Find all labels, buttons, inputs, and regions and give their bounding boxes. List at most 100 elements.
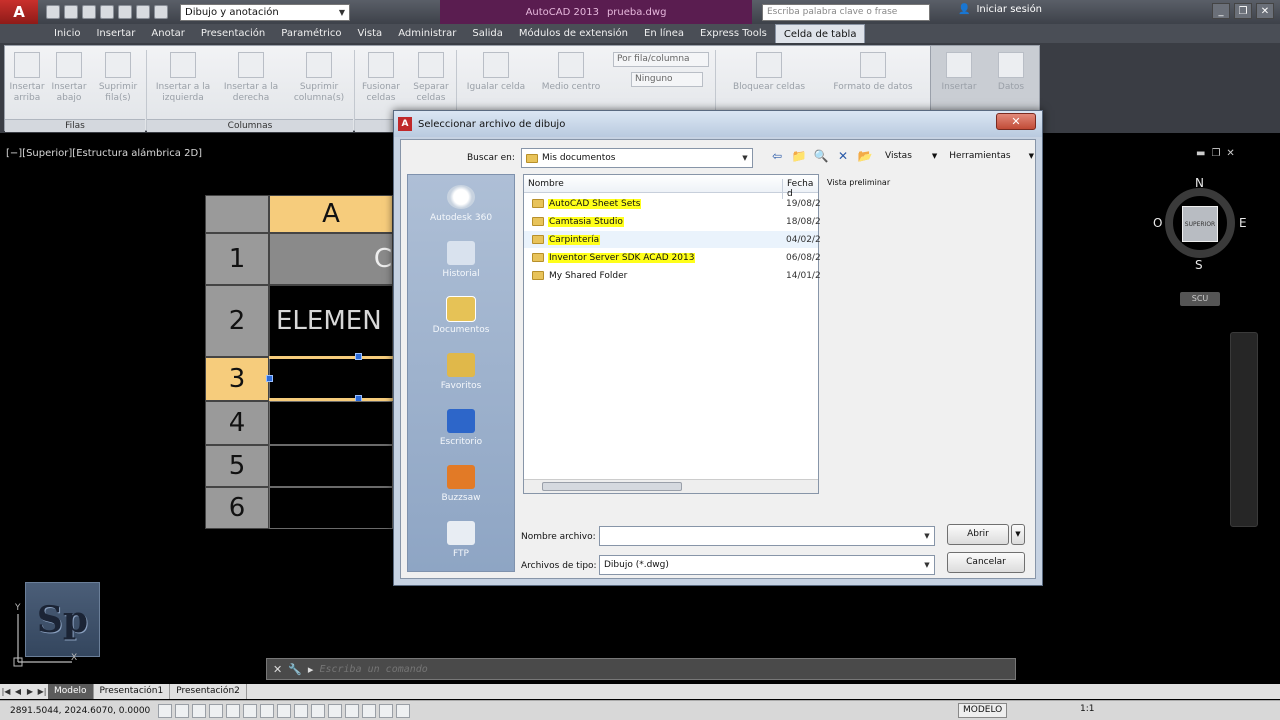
open-button[interactable]: Abrir	[947, 524, 1009, 545]
print-icon[interactable]	[118, 5, 132, 19]
cell-a3-selected[interactable]	[269, 357, 393, 401]
up-folder-icon[interactable]: 📁	[791, 148, 807, 164]
undo-icon[interactable]	[136, 5, 150, 19]
search-icon[interactable]: 🔍	[813, 148, 829, 164]
tab-6[interactable]: Administrar	[390, 24, 464, 43]
viewcube[interactable]: SUPERIOR N S E O	[1153, 176, 1247, 273]
tab-4[interactable]: Paramétrico	[273, 24, 349, 43]
cell-a6[interactable]	[269, 487, 393, 529]
command-input[interactable]	[319, 663, 920, 675]
data-button[interactable]: Datos	[991, 52, 1031, 93]
tab-11[interactable]: Celda de tabla	[774, 24, 866, 43]
unmerge-cells-button[interactable]: Separar celdas	[409, 52, 453, 104]
3d-osnap-icon[interactable]	[260, 703, 274, 718]
application-menu-button[interactable]: A	[0, 0, 38, 24]
tab-1[interactable]: Insertar	[88, 24, 143, 43]
insert-above-button[interactable]: Insertar arriba	[9, 52, 45, 104]
tab-layout2[interactable]: Presentación2	[170, 684, 247, 699]
cell-a5[interactable]	[269, 445, 393, 487]
cancel-button[interactable]: Cancelar	[947, 552, 1025, 573]
tab-8[interactable]: Módulos de extensión	[511, 24, 636, 43]
chevron-down-icon[interactable]: ▼	[1029, 152, 1034, 160]
customize-icon[interactable]: 🔧	[288, 663, 302, 676]
last-tab-icon[interactable]: ▶|	[36, 687, 48, 696]
workspace-select[interactable]: Dibujo y anotación ▼	[180, 3, 350, 21]
alignment-button[interactable]: Medio centro	[535, 52, 607, 93]
dialog-title-bar[interactable]: A Seleccionar archivo de dibujo ✕	[394, 111, 1042, 137]
row-number-2[interactable]: 2	[205, 285, 269, 357]
border-none-select[interactable]: Ninguno	[631, 72, 703, 87]
place-buzzsaw[interactable]: Buzzsaw	[408, 465, 514, 503]
delete-icon[interactable]: ✕	[835, 148, 851, 164]
search-input[interactable]: Escriba palabra clave o frase	[762, 4, 930, 21]
insert-button[interactable]: Insertar	[939, 52, 979, 93]
snap-icon[interactable]	[175, 703, 189, 718]
first-tab-icon[interactable]: |◀	[0, 687, 12, 696]
wcs-menu[interactable]: SCU	[1180, 292, 1220, 306]
close-icon[interactable]: ✕	[996, 113, 1036, 130]
row-number-6[interactable]: 6	[205, 487, 269, 529]
tab-3[interactable]: Presentación	[193, 24, 273, 43]
lineweight-icon[interactable]	[328, 703, 342, 718]
compass-north[interactable]: N	[1195, 176, 1204, 190]
otrack-icon[interactable]	[277, 703, 291, 718]
file-row[interactable]: AutoCAD Sheet Sets 19/08/2	[524, 195, 821, 212]
delete-columns-button[interactable]: Suprimir columna(s)	[289, 52, 349, 104]
navigation-bar[interactable]	[1230, 332, 1258, 527]
open-icon[interactable]	[64, 5, 78, 19]
filetype-select[interactable]: Dibujo (*.dwg) ▼	[599, 555, 935, 575]
place-history[interactable]: Historial	[408, 241, 514, 279]
sign-in[interactable]: 👤 Iniciar sesión	[958, 4, 1042, 15]
insert-left-button[interactable]: Insertar a la izquierda	[151, 52, 215, 104]
viewport-controls[interactable]: [−][Superior][Estructura alámbrica 2D]	[6, 148, 202, 159]
look-in-select[interactable]: Mis documentos ▼	[521, 148, 753, 168]
match-cell-button[interactable]: Igualar celda	[461, 52, 531, 93]
annotation-scale[interactable]: 1:1	[1080, 704, 1094, 714]
file-row[interactable]: My Shared Folder 14/01/2	[524, 267, 821, 284]
save-icon[interactable]	[82, 5, 96, 19]
tab-7[interactable]: Salida	[464, 24, 511, 43]
tab-9[interactable]: En línea	[636, 24, 692, 43]
tab-2[interactable]: Anotar	[143, 24, 192, 43]
scroll-thumb[interactable]	[542, 482, 682, 491]
lock-cells-button[interactable]: Bloquear celdas	[721, 52, 817, 93]
compass-east[interactable]: E	[1239, 216, 1247, 230]
file-row[interactable]: Carpintería 04/02/2	[524, 231, 821, 248]
row-number-3[interactable]: 3	[205, 357, 269, 401]
ducs-icon[interactable]	[294, 703, 308, 718]
horizontal-scrollbar[interactable]	[524, 479, 818, 493]
filename-input[interactable]: ▼	[599, 526, 935, 546]
ortho-icon[interactable]	[209, 703, 223, 718]
insert-right-button[interactable]: Insertar a la derecha	[219, 52, 283, 104]
minimize-icon[interactable]: _	[1212, 3, 1230, 19]
file-row[interactable]: Inventor Server SDK ACAD 2013 06/08/2	[524, 249, 821, 266]
tab-5[interactable]: Vista	[350, 24, 391, 43]
restore-icon[interactable]: ❐	[1211, 148, 1220, 159]
merge-cells-button[interactable]: Fusionar celdas	[359, 52, 403, 104]
annotation-monitor-icon[interactable]	[396, 703, 410, 718]
tab-layout1[interactable]: Presentación1	[94, 684, 171, 699]
place-desktop[interactable]: Escritorio	[408, 409, 514, 447]
next-tab-icon[interactable]: ▶	[24, 687, 36, 696]
tab-model[interactable]: Modelo	[48, 684, 94, 699]
tab-0[interactable]: Inicio	[46, 24, 88, 43]
viewcube-face[interactable]: SUPERIOR	[1182, 206, 1218, 242]
close-icon[interactable]: ✕	[273, 663, 282, 676]
place-documents[interactable]: Documentos	[408, 296, 514, 335]
new-folder-icon[interactable]: 📂	[857, 148, 873, 164]
save-as-icon[interactable]	[100, 5, 114, 19]
views-menu[interactable]: Vistas	[885, 151, 912, 161]
polar-icon[interactable]	[226, 703, 240, 718]
prev-tab-icon[interactable]: ◀	[12, 687, 24, 696]
close-icon[interactable]: ✕	[1256, 3, 1274, 19]
data-format-button[interactable]: Formato de datos	[825, 52, 921, 93]
place-autodesk-360[interactable]: Autodesk 360	[408, 185, 514, 223]
compass-west[interactable]: O	[1153, 216, 1162, 230]
row-number-5[interactable]: 5	[205, 445, 269, 487]
redo-icon[interactable]	[154, 5, 168, 19]
place-ftp[interactable]: FTP	[408, 521, 514, 559]
minimize-icon[interactable]: ▬	[1196, 148, 1205, 159]
insert-below-button[interactable]: Insertar abajo	[51, 52, 87, 104]
quick-properties-icon[interactable]	[362, 703, 376, 718]
table-corner-cell[interactable]	[205, 195, 269, 233]
